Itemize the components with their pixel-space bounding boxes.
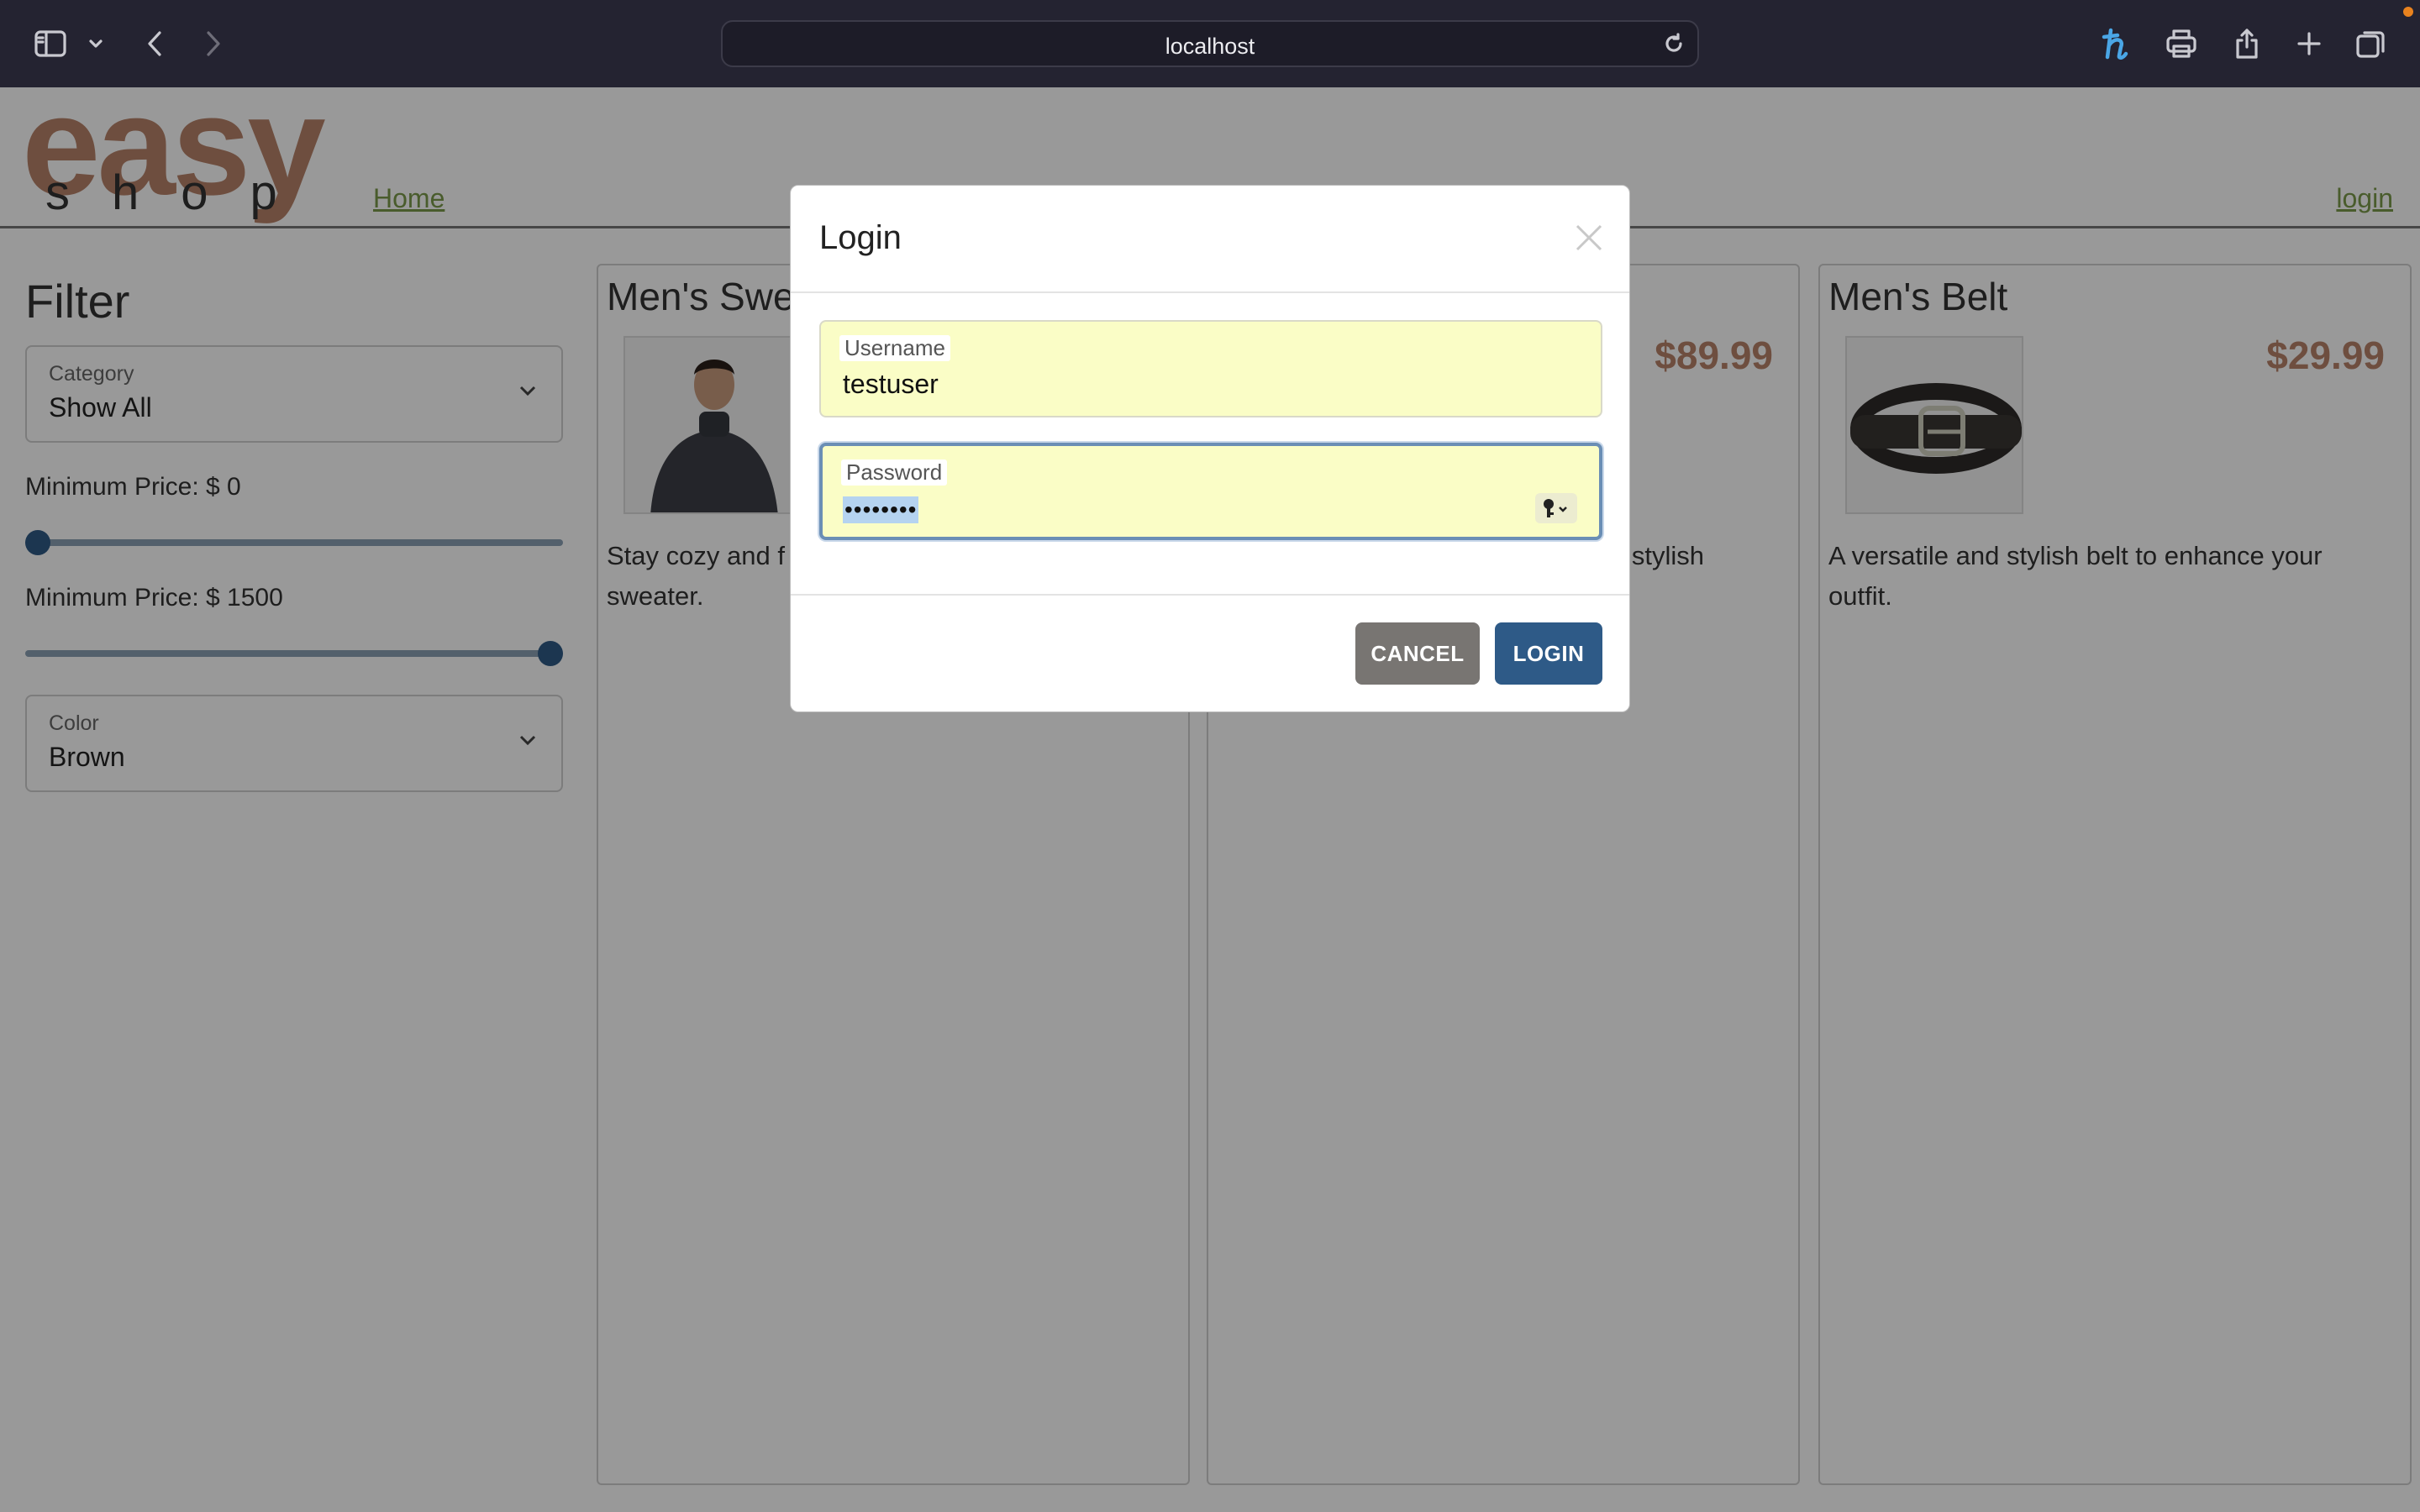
- password-value: ••••••••: [843, 496, 919, 523]
- url-text: localhost: [1165, 34, 1255, 59]
- divider: [791, 594, 1629, 596]
- login-dialog: Login Username testuser Password •••••••…: [790, 185, 1630, 712]
- password-field[interactable]: Password ••••••••: [819, 443, 1602, 540]
- key-icon[interactable]: [1535, 493, 1577, 523]
- login-button[interactable]: LOGIN: [1495, 622, 1602, 685]
- address-bar[interactable]: localhost: [721, 20, 1699, 67]
- print-icon[interactable]: [2163, 25, 2200, 62]
- back-icon[interactable]: [136, 25, 173, 62]
- new-tab-icon[interactable]: [2291, 25, 2328, 62]
- password-label: Password: [841, 459, 948, 486]
- tab-overview-icon[interactable]: [2353, 25, 2390, 62]
- notification-dot: [2403, 7, 2413, 17]
- username-value: testuser: [843, 369, 939, 399]
- share-icon[interactable]: [2228, 25, 2265, 62]
- reload-icon[interactable]: [1659, 29, 1689, 59]
- divider: [791, 291, 1629, 293]
- chevron-down-icon[interactable]: [81, 25, 111, 62]
- honey-extension-icon[interactable]: [2097, 25, 2134, 62]
- forward-icon[interactable]: [195, 25, 232, 62]
- sidebar-toggle-icon[interactable]: [32, 25, 69, 62]
- dialog-title: Login: [819, 219, 902, 256]
- username-label: Username: [839, 335, 950, 361]
- cancel-button[interactable]: CANCEL: [1355, 622, 1480, 685]
- username-field[interactable]: Username testuser: [819, 320, 1602, 417]
- close-icon[interactable]: [1572, 221, 1606, 255]
- browser-toolbar: localhost: [0, 0, 2420, 87]
